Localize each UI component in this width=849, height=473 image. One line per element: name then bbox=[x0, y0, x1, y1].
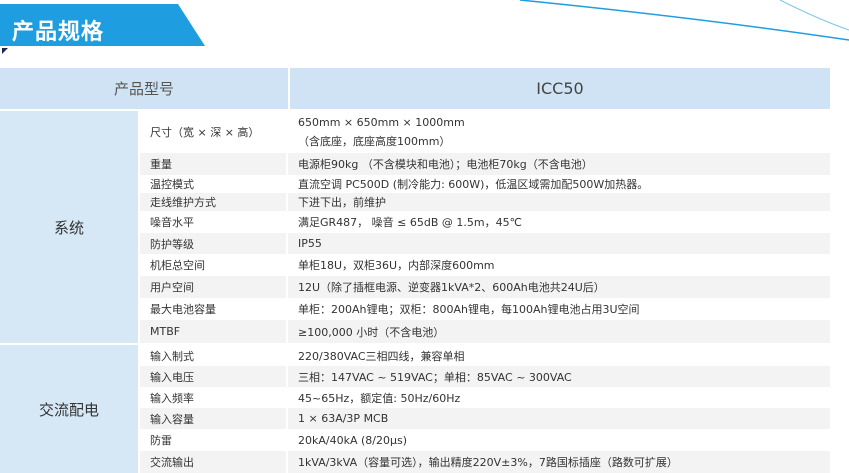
table-row: 最大电池容量 单柜：200Ah锂电；双柜：800Ah锂电，每100Ah锂电池占用… bbox=[140, 298, 830, 320]
row-label: 输入容量 bbox=[140, 408, 288, 429]
model-label: 产品型号 bbox=[0, 68, 290, 109]
row-label: MTBF bbox=[140, 320, 288, 343]
row-value: 45~65Hz，额定值: 50Hz/60Hz bbox=[298, 391, 461, 405]
row-value: 三相：147VAC ~ 519VAC；单相：85VAC ~ 300VAC bbox=[298, 370, 572, 384]
table-row: MTBF ≥100,000 小时（不含电池） bbox=[140, 320, 830, 343]
group-system: 系统 尺寸（宽 × 深 × 高） 650mm × 650mm × 1000mm … bbox=[0, 111, 849, 343]
row-value: IP55 bbox=[298, 237, 322, 250]
row-label: 交流输出 bbox=[140, 451, 288, 473]
row-label: 用户空间 bbox=[140, 276, 288, 298]
table-row: 防雷 20kA/40kA (8/20μs) bbox=[140, 429, 830, 451]
row-label: 走线维护方式 bbox=[140, 193, 288, 211]
row-value: 650mm × 650mm × 1000mm （含底座，底座高度100mm） bbox=[288, 111, 830, 153]
row-label: 输入制式 bbox=[140, 345, 288, 366]
table-row: 输入制式 220/380VAC三相四线，兼容单相 bbox=[140, 345, 830, 366]
corner-mark bbox=[2, 48, 8, 54]
table-row: 机柜总空间 单柜18U，双柜36U，内部深度600mm bbox=[140, 254, 830, 276]
row-value: 220/380VAC三相四线，兼容单相 bbox=[298, 349, 465, 363]
row-label: 输入电压 bbox=[140, 366, 288, 387]
row-label: 温控模式 bbox=[140, 175, 288, 193]
table-row: 输入电压 三相：147VAC ~ 519VAC；单相：85VAC ~ 300VA… bbox=[140, 366, 830, 387]
row-label: 重量 bbox=[140, 153, 288, 175]
row-label: 最大电池容量 bbox=[140, 298, 288, 320]
row-value: 电源柜90kg （不含模块和电池）；电池柜70kg（不含电池） bbox=[298, 158, 593, 171]
row-value-line1: 650mm × 650mm × 1000mm bbox=[298, 115, 465, 129]
row-label: 机柜总空间 bbox=[140, 254, 288, 276]
table-row: 防护等级 IP55 bbox=[140, 233, 830, 254]
table-row: 温控模式 直流空调 PC500D (制冷能力: 600W)，低温区域需加配500… bbox=[140, 175, 830, 193]
group-label: 交流配电 bbox=[0, 345, 140, 473]
table-row: 走线维护方式 下进下出，前维护 bbox=[140, 193, 830, 211]
model-value: ICC50 bbox=[290, 68, 830, 109]
row-value: 12U（除了插框电源、逆变器1kVA*2、600Ah电池共24U后） bbox=[298, 281, 605, 294]
table-row: 交流输出 1kVA/3kVA（容量可选），输出精度220V±3%，7路国标插座（… bbox=[140, 451, 830, 473]
row-value: 单柜18U，双柜36U，内部深度600mm bbox=[298, 259, 495, 272]
row-value: 下进下出，前维护 bbox=[298, 196, 386, 209]
row-value: 单柜：200Ah锂电；双柜：800Ah锂电，每100Ah锂电池占用3U空间 bbox=[298, 303, 640, 316]
row-value: ≥100,000 小时（不含电池） bbox=[298, 325, 445, 339]
section-title: 产品规格 bbox=[12, 20, 105, 45]
row-label: 防雷 bbox=[140, 429, 288, 451]
section-header: 产品规格 bbox=[0, 0, 849, 54]
row-value: 满足GR487， 噪音 ≤ 65dB @ 1.5m，45℃ bbox=[298, 216, 522, 229]
row-label: 噪音水平 bbox=[140, 211, 288, 233]
table-header-row: 产品型号 ICC50 bbox=[0, 68, 849, 109]
table-row: 用户空间 12U（除了插框电源、逆变器1kVA*2、600Ah电池共24U后） bbox=[140, 276, 830, 298]
row-label: 尺寸（宽 × 深 × 高） bbox=[140, 111, 288, 153]
table-row: 输入容量 1 × 63A/3P MCB bbox=[140, 408, 830, 429]
row-label: 输入频率 bbox=[140, 387, 288, 408]
table-row: 重量 电源柜90kg （不含模块和电池）；电池柜70kg（不含电池） bbox=[140, 153, 830, 175]
row-label: 防护等级 bbox=[140, 233, 288, 254]
row-value: 1 × 63A/3P MCB bbox=[298, 412, 389, 425]
row-value: 直流空调 PC500D (制冷能力: 600W)，低温区域需加配500W加热器。 bbox=[298, 178, 649, 191]
group-ac-distribution: 交流配电 输入制式 220/380VAC三相四线，兼容单相 输入电压 三相：14… bbox=[0, 345, 849, 473]
group-label: 系统 bbox=[0, 111, 140, 343]
row-value-line2: （含底座，底座高度100mm） bbox=[298, 134, 451, 148]
table-row: 输入频率 45~65Hz，额定值: 50Hz/60Hz bbox=[140, 387, 830, 408]
table-row: 噪音水平 满足GR487， 噪音 ≤ 65dB @ 1.5m，45℃ bbox=[140, 211, 830, 233]
row-value: 20kA/40kA (8/20μs) bbox=[298, 433, 408, 447]
title-banner: 产品规格 bbox=[0, 4, 205, 46]
table-row: 尺寸（宽 × 深 × 高） 650mm × 650mm × 1000mm （含底… bbox=[140, 111, 830, 153]
row-value: 1kVA/3kVA（容量可选），输出精度220V±3%，7路国标插座（路数可扩展… bbox=[298, 456, 678, 469]
